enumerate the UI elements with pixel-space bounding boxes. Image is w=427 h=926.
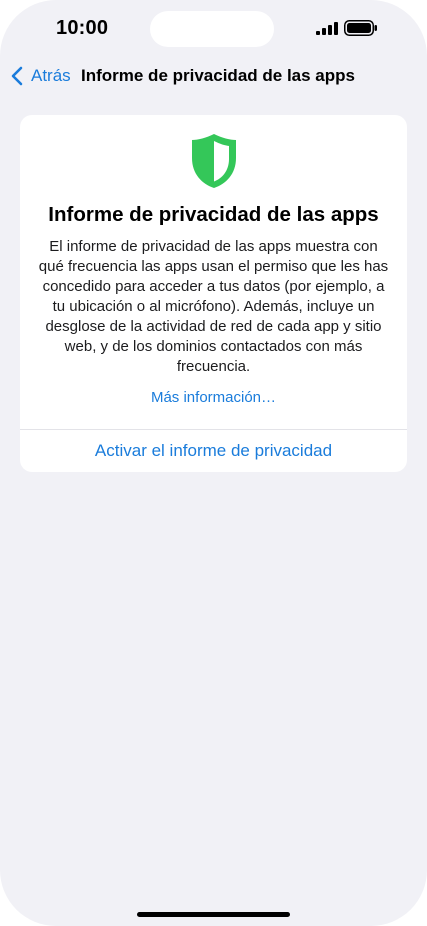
description-line: desglose de la actividad de red de cada …: [45, 318, 382, 335]
description-line: concedido para acceder a tus datos (por …: [42, 278, 385, 295]
privacy-report-card: Informe de privacidad de las apps El inf…: [20, 115, 407, 472]
back-label: Atrás: [31, 66, 71, 85]
home-indicator[interactable]: [137, 912, 290, 917]
chevron-left-icon: [11, 66, 23, 86]
status-time: 10:00: [56, 17, 109, 39]
navigation-bar: Atrás Informe de privacidad de las apps: [0, 56, 427, 96]
back-button[interactable]: Atrás: [10, 64, 71, 88]
card-title: Informe de privacidad de las apps: [48, 203, 379, 226]
page-title: Informe de privacidad de las apps: [81, 66, 355, 85]
card-description: El informe de privacidad de las apps mue…: [38, 237, 389, 377]
activate-privacy-report-button[interactable]: Activar el informe de privacidad: [20, 430, 407, 472]
description-line: frecuencia.: [176, 358, 251, 375]
description-line: qué frecuencia las apps usan el permiso …: [38, 258, 389, 275]
more-info-link[interactable]: Más información…: [20, 389, 407, 406]
status-bar: 10:00: [0, 0, 427, 56]
description-line: tu ubicación o al micrófono). Además, in…: [52, 298, 375, 315]
battery-icon: [344, 20, 377, 36]
shield-icon: [192, 134, 236, 188]
description-line: El informe de privacidad de las apps mue…: [49, 238, 378, 255]
dynamic-island: [150, 11, 274, 47]
phone-screen: 10:00 Atrás Informe de privacidad de las…: [0, 0, 427, 926]
cellular-signal-icon: [316, 22, 338, 35]
description-line: web, y de los dominios contactados con m…: [64, 338, 363, 355]
